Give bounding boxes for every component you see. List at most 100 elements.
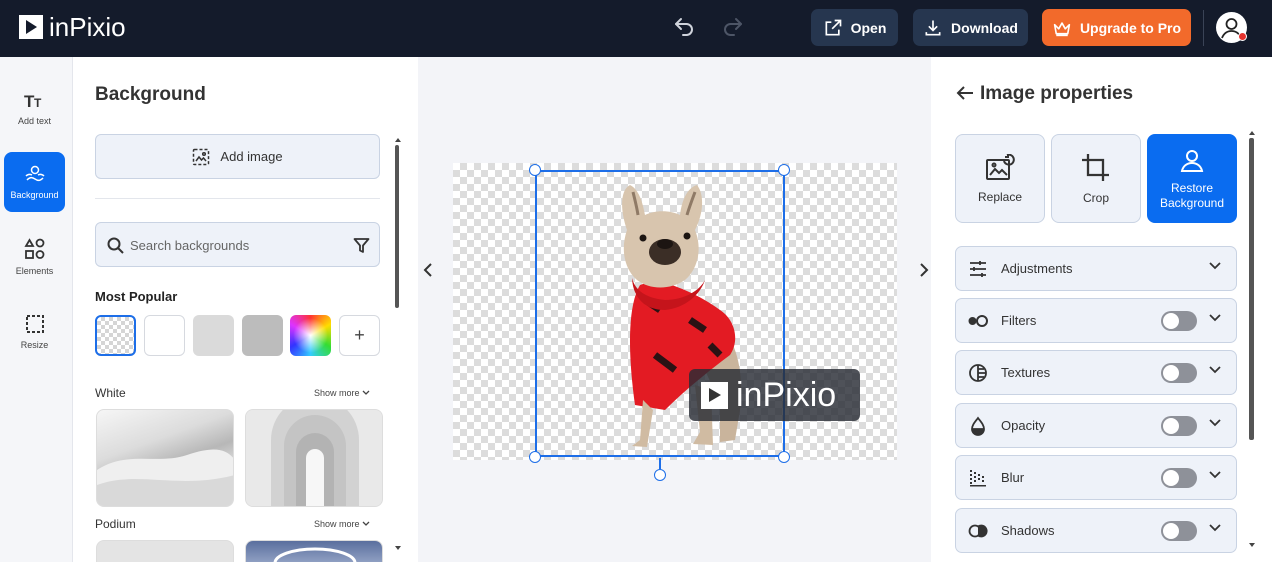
topbar-divider <box>1203 10 1204 46</box>
show-more-podium[interactable]: Show more <box>314 519 370 529</box>
rail-item-background[interactable]: Background <box>4 152 65 212</box>
chevron-down-icon <box>1209 366 1221 374</box>
scroll-down-icon[interactable] <box>1249 543 1255 547</box>
search-input[interactable]: Search backgrounds <box>95 222 380 267</box>
property-label: Shadows <box>1001 523 1055 538</box>
bg-thumb-white-dunes[interactable] <box>96 409 234 507</box>
add-swatch-icon: + <box>354 325 365 345</box>
arches-thumbnail <box>246 410 382 506</box>
property-opacity[interactable]: Opacity <box>955 403 1237 448</box>
rail-label: Add text <box>17 116 52 126</box>
resize-icon <box>25 315 44 333</box>
rail-item-resize[interactable]: Resize <box>4 302 65 362</box>
chevron-down-icon <box>1209 419 1221 427</box>
textures-icon <box>969 364 987 382</box>
property-adjustments[interactable]: Adjustments <box>955 246 1237 291</box>
property-label: Filters <box>1001 313 1037 328</box>
chevron-down-icon <box>1209 471 1221 479</box>
podium-thumbnail <box>273 547 357 562</box>
show-more-label: Show more <box>314 388 360 398</box>
bg-thumb-white-arches[interactable] <box>245 409 383 507</box>
text-icon: TT <box>24 92 42 110</box>
property-shadows[interactable]: Shadows <box>955 508 1237 553</box>
section-label-podium: Podium <box>95 517 136 531</box>
resize-handle-top-right[interactable] <box>778 164 790 176</box>
restore-background-label: Restore Background <box>1159 180 1225 210</box>
resize-handle-top-left[interactable] <box>529 164 541 176</box>
swatch-transparent[interactable] <box>95 315 136 356</box>
search-placeholder: Search backgrounds <box>130 238 250 253</box>
chevron-right-icon <box>920 263 929 277</box>
crop-label: Crop <box>1082 190 1109 205</box>
swatch-light-gray[interactable] <box>193 315 234 356</box>
property-label: Blur <box>1001 470 1025 485</box>
textures-toggle[interactable] <box>1161 363 1197 383</box>
crop-icon <box>1082 153 1109 181</box>
add-image-button[interactable]: Add image <box>95 134 380 179</box>
rotate-handle[interactable] <box>654 469 666 481</box>
properties-scrollbar-thumb[interactable] <box>1249 138 1254 440</box>
collapse-left-panel[interactable] <box>418 225 438 315</box>
logo-icon <box>19 15 43 39</box>
property-filters[interactable]: Filters <box>955 298 1237 343</box>
app-logo[interactable]: inPixio <box>19 13 126 41</box>
chevron-down-icon <box>1209 314 1221 322</box>
property-label: Opacity <box>1001 418 1046 433</box>
bg-thumb-podium-1[interactable] <box>96 540 234 562</box>
resize-handle-bottom-left[interactable] <box>529 451 541 463</box>
bg-thumb-podium-2[interactable] <box>245 540 383 562</box>
upgrade-button[interactable]: Upgrade to Pro <box>1042 9 1191 46</box>
resize-handle-bottom-right[interactable] <box>778 451 790 463</box>
chevron-down-icon <box>1209 262 1221 270</box>
swatch-gray[interactable] <box>242 315 283 356</box>
open-button[interactable]: Open <box>811 9 898 46</box>
replace-label: Replace <box>977 189 1023 204</box>
shadows-icon <box>968 524 988 538</box>
replace-button[interactable]: Replace <box>955 134 1045 223</box>
redo-icon[interactable] <box>721 15 745 39</box>
blur-toggle[interactable] <box>1161 468 1197 488</box>
add-image-label: Add image <box>220 149 283 164</box>
swatch-white[interactable] <box>144 315 185 356</box>
scrollbar-thumb[interactable] <box>395 145 399 308</box>
scroll-up-icon[interactable] <box>395 138 401 142</box>
undo-icon[interactable] <box>672 15 696 39</box>
show-more-label: Show more <box>314 519 360 529</box>
divider <box>95 198 380 199</box>
restore-background-button[interactable]: Restore Background <box>1147 134 1237 223</box>
download-button[interactable]: Download <box>913 9 1028 46</box>
rail-item-elements[interactable]: Elements <box>4 227 65 287</box>
add-swatch-button[interactable]: + <box>339 315 380 356</box>
filter-icon[interactable] <box>353 237 370 254</box>
background-icon <box>24 165 45 182</box>
filters-icon <box>968 315 988 327</box>
show-more-white[interactable]: Show more <box>314 388 370 398</box>
crown-icon <box>1053 21 1071 36</box>
download-icon <box>925 20 941 35</box>
back-arrow-icon[interactable] <box>956 85 974 101</box>
top-bar: inPixio Open Download Upgrade to Pro <box>0 0 1272 57</box>
property-textures[interactable]: Textures <box>955 350 1237 395</box>
section-label-white: White <box>95 386 126 400</box>
crop-button[interactable]: Crop <box>1051 134 1141 223</box>
rail-item-add-text[interactable]: TT Add text <box>4 79 65 139</box>
elements-icon <box>23 238 44 259</box>
tool-rail: TT Add text Background Elements Resize <box>0 57 73 562</box>
rotate-handle-stem <box>659 458 661 469</box>
opacity-toggle[interactable] <box>1161 416 1197 436</box>
watermark: inPixio <box>689 369 860 421</box>
scroll-up-icon[interactable] <box>1249 131 1255 135</box>
image-properties-panel: Image properties Replace Crop Restore Ba… <box>931 57 1272 562</box>
swatch-color-picker[interactable] <box>290 315 331 356</box>
drop-icon <box>971 416 985 436</box>
logo-text: inPixio <box>49 12 126 42</box>
dunes-thumbnail <box>97 449 233 506</box>
scroll-down-icon[interactable] <box>395 546 401 550</box>
shadows-toggle[interactable] <box>1161 521 1197 541</box>
property-blur[interactable]: Blur <box>955 455 1237 500</box>
filters-toggle[interactable] <box>1161 311 1197 331</box>
blur-icon <box>970 470 986 487</box>
person-icon <box>1180 149 1204 172</box>
most-popular-heading: Most Popular <box>95 289 178 304</box>
svg-text:T: T <box>34 96 42 110</box>
